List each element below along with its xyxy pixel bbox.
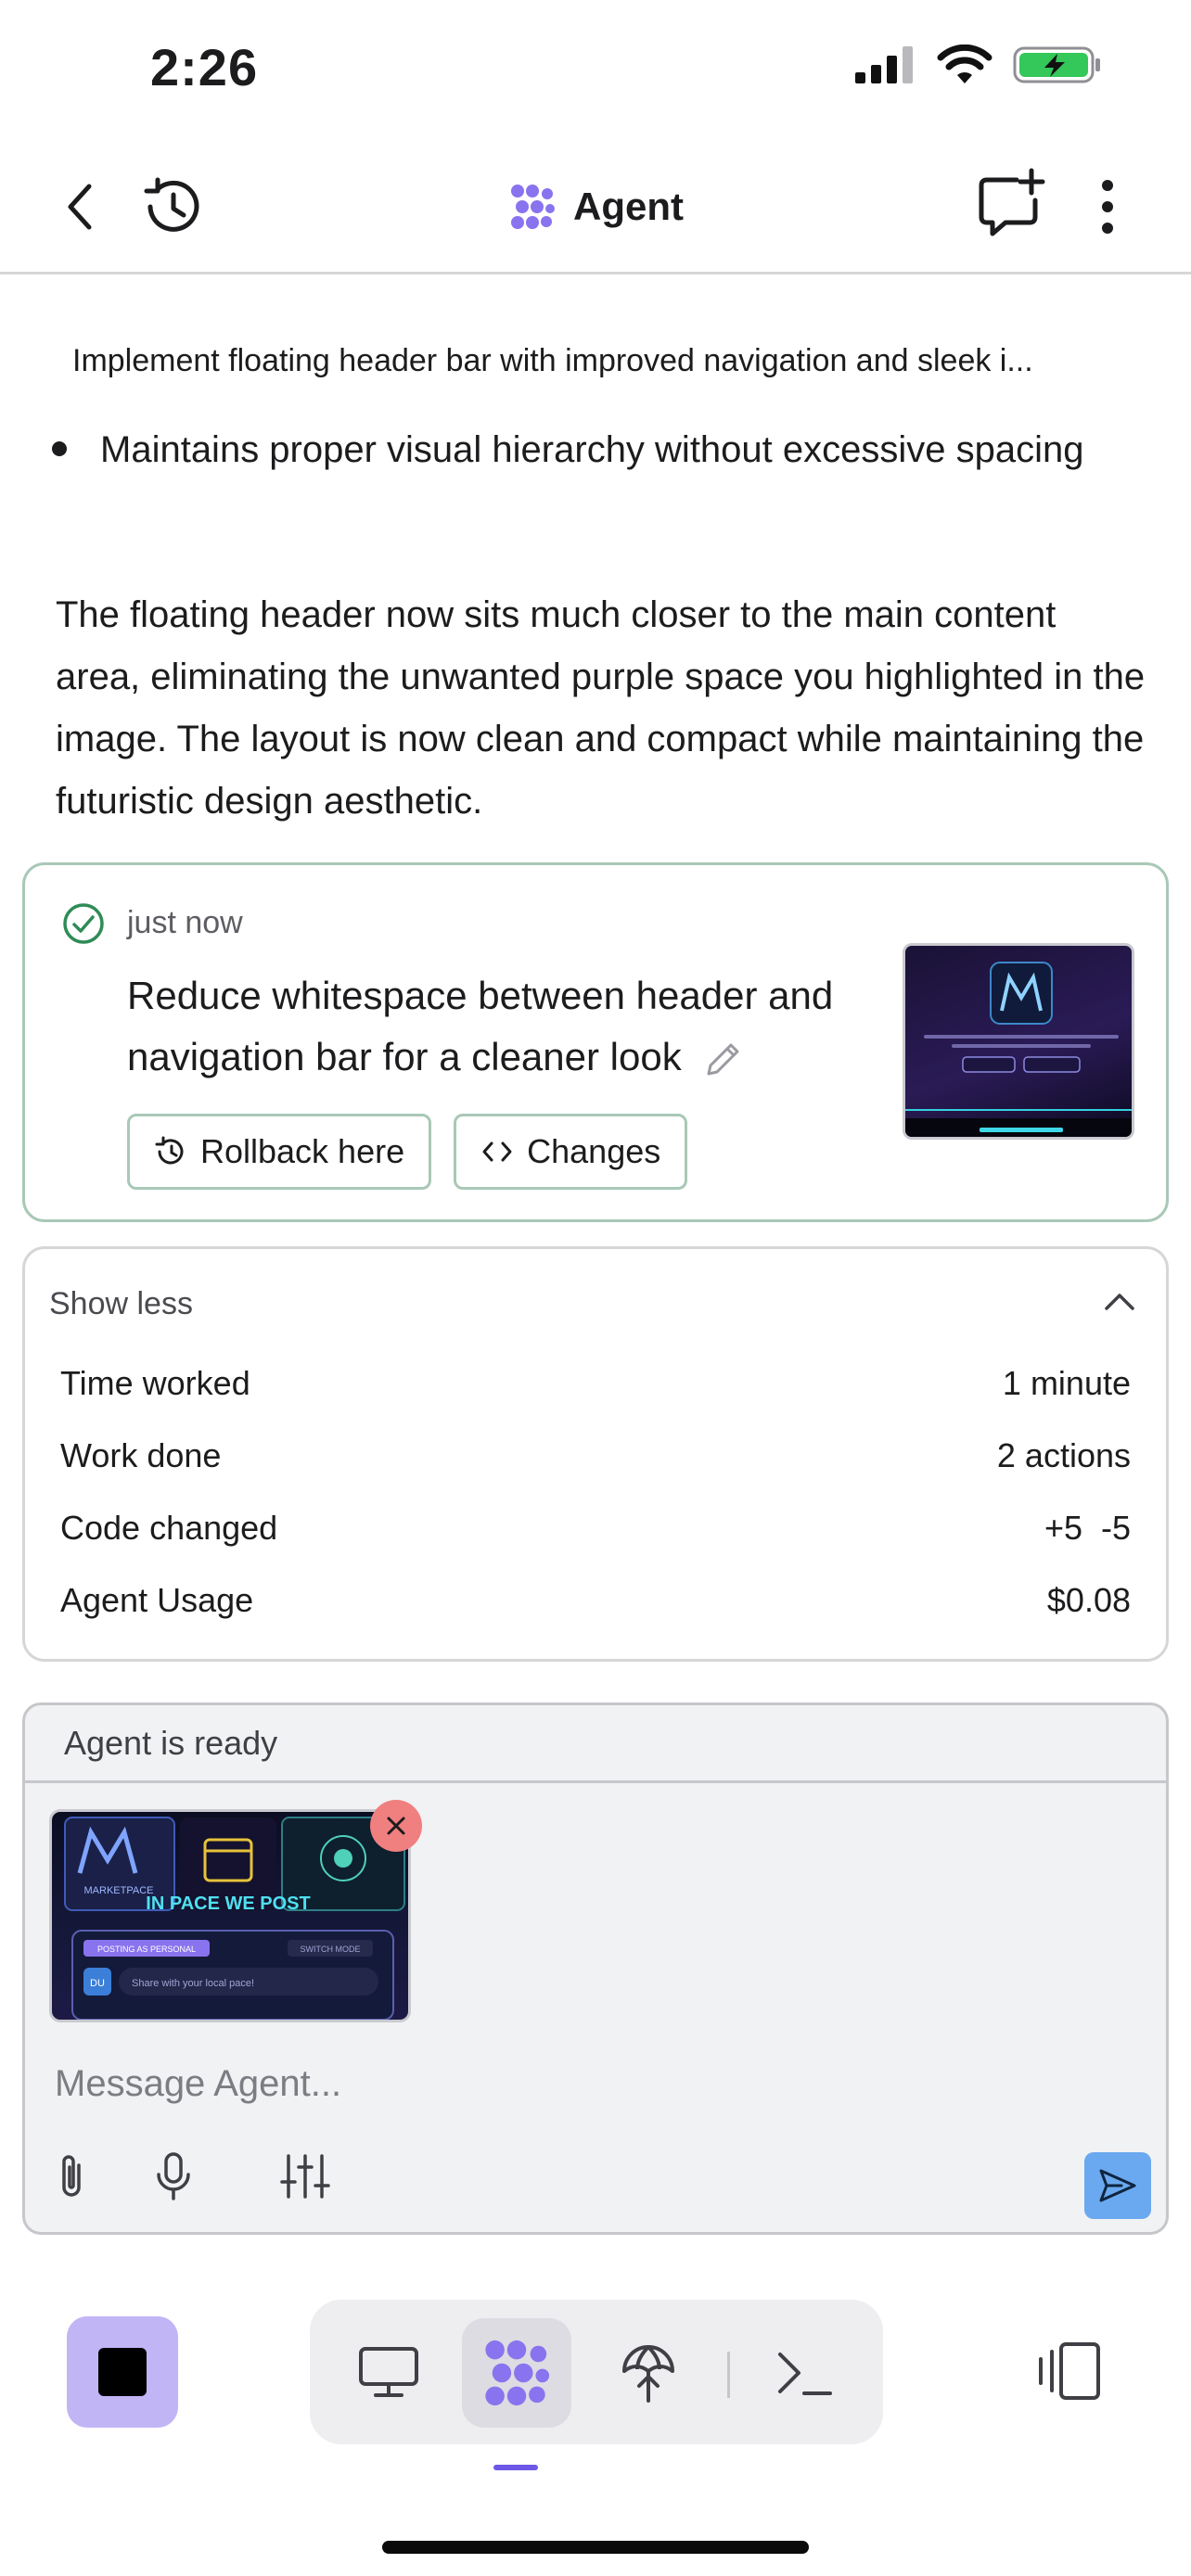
stat-value: $0.08: [1046, 1581, 1131, 1619]
page-title: Agent: [573, 185, 684, 228]
tab-shell[interactable]: [749, 2318, 859, 2428]
stat-row-work-done: Work done 2 actions: [60, 1436, 1131, 1475]
agent-summary: The floating header now sits much closer…: [56, 594, 1146, 822]
stat-row-agent-usage: Agent Usage $0.08: [60, 1581, 1131, 1620]
home-indicator: [382, 2541, 809, 2554]
attached-avatar: DU: [90, 1978, 105, 1989]
attached-chip: POSTING AS PERSONAL: [97, 1945, 196, 1954]
paperclip-icon[interactable]: [45, 2149, 101, 2204]
chevron-left-icon: [68, 184, 92, 230]
bottom-tab-bar: [310, 2300, 883, 2444]
bullet-dot: [52, 441, 67, 456]
more-options-icon[interactable]: [1085, 174, 1130, 239]
attached-input-hint: Share with your local pace!: [132, 1978, 254, 1989]
checkpoint-screenshot-preview: [905, 962, 1132, 1137]
bullet-text: Maintains proper visual hierarchy withou…: [100, 429, 1084, 470]
layout-toggle-icon[interactable]: [1033, 2340, 1104, 2402]
attached-brand: MARKETPACE: [84, 1885, 154, 1896]
agent-status-text: Agent is ready: [64, 1724, 278, 1762]
tab-divider: [727, 2352, 730, 2398]
list-item: Maintains proper visual hierarchy withou…: [52, 419, 1128, 481]
stat-row-code-changed: Code changed +5 -5: [60, 1509, 1131, 1548]
message-composer: Agent is ready MARKETPACE IN PACE WE POS…: [22, 1702, 1169, 2235]
chevron-up-icon[interactable]: [1101, 1288, 1138, 1316]
agent-logo-icon: [511, 185, 555, 229]
agent-logo-icon: [485, 2340, 550, 2406]
stat-value: 2 actions: [996, 1436, 1131, 1474]
status-icons: [855, 45, 1102, 85]
pencil-icon[interactable]: [701, 1039, 744, 1081]
signal-icon: [855, 46, 913, 83]
nav-header: Agent: [0, 139, 1191, 274]
stat-label: Time worked: [60, 1364, 250, 1402]
code-icon: [482, 1141, 512, 1162]
checkpoint-card: just now Reduce whitespace between heade…: [22, 862, 1169, 1222]
active-tab-indicator: [493, 2465, 538, 2470]
history-icon[interactable]: [137, 172, 206, 241]
checkpoint-actions: Rollback here Changes: [127, 1114, 688, 1190]
sliders-icon[interactable]: [277, 2149, 333, 2204]
stat-value: 1 minute: [1002, 1364, 1131, 1402]
status-time: 2:26: [150, 38, 259, 96]
terminal-icon: [778, 2353, 832, 2395]
rollback-label: Rollback here: [200, 1132, 405, 1170]
stop-icon: [98, 2348, 147, 2396]
message-input[interactable]: [55, 2056, 1075, 2111]
new-chat-icon[interactable]: [976, 167, 1046, 241]
close-icon: [387, 1817, 405, 1835]
rollback-button[interactable]: Rollback here: [127, 1114, 432, 1190]
remove-attachment-button[interactable]: [370, 1800, 422, 1852]
stat-value: +5 -5: [1044, 1509, 1131, 1547]
attached-image[interactable]: MARKETPACE IN PACE WE POST POSTING AS PE…: [49, 1809, 411, 2022]
stat-row-time-worked: Time worked 1 minute: [60, 1364, 1131, 1403]
monitor-icon: [359, 2347, 418, 2397]
wifi-icon: [937, 45, 992, 83]
history-icon: [155, 1136, 184, 1165]
agent-status-bar: Agent is ready: [25, 1705, 1166, 1783]
task-title: Implement floating header bar with impro…: [72, 343, 1033, 378]
tab-preview[interactable]: [334, 2318, 443, 2428]
battery-charging-icon: [1013, 46, 1100, 83]
stat-label: Agent Usage: [60, 1581, 254, 1619]
stat-label: Code changed: [60, 1509, 278, 1547]
changes-button[interactable]: Changes: [454, 1114, 688, 1190]
tab-deploy[interactable]: [594, 2318, 703, 2428]
stop-button[interactable]: [67, 2316, 178, 2428]
agent-title: Agent: [508, 176, 684, 237]
deploy-icon: [622, 2345, 674, 2403]
changes-label: Changes: [527, 1132, 661, 1170]
status-bar: 2:26: [0, 0, 1191, 139]
microphone-icon[interactable]: [146, 2149, 201, 2204]
checkpoint-description: Reduce whitespace between header and nav…: [127, 965, 888, 1088]
attached-headline: IN PACE WE POST: [146, 1894, 310, 1914]
stats-card: Show less Time worked 1 minute Work done…: [22, 1246, 1169, 1662]
checkpoint-time: just now: [127, 905, 243, 940]
stat-label: Work done: [60, 1436, 222, 1474]
send-icon: [1099, 2169, 1136, 2202]
check-circle-icon: [63, 903, 104, 944]
show-less-toggle[interactable]: Show less: [49, 1286, 193, 1322]
attached-switch: SWITCH MODE: [301, 1945, 361, 1954]
back-button[interactable]: [52, 174, 108, 239]
attached-image-preview: MARKETPACE IN PACE WE POST POSTING AS PE…: [64, 1817, 405, 2020]
send-button[interactable]: [1084, 2152, 1151, 2219]
tab-agent[interactable]: [462, 2318, 571, 2428]
checkpoint-screenshot[interactable]: [903, 943, 1134, 1140]
